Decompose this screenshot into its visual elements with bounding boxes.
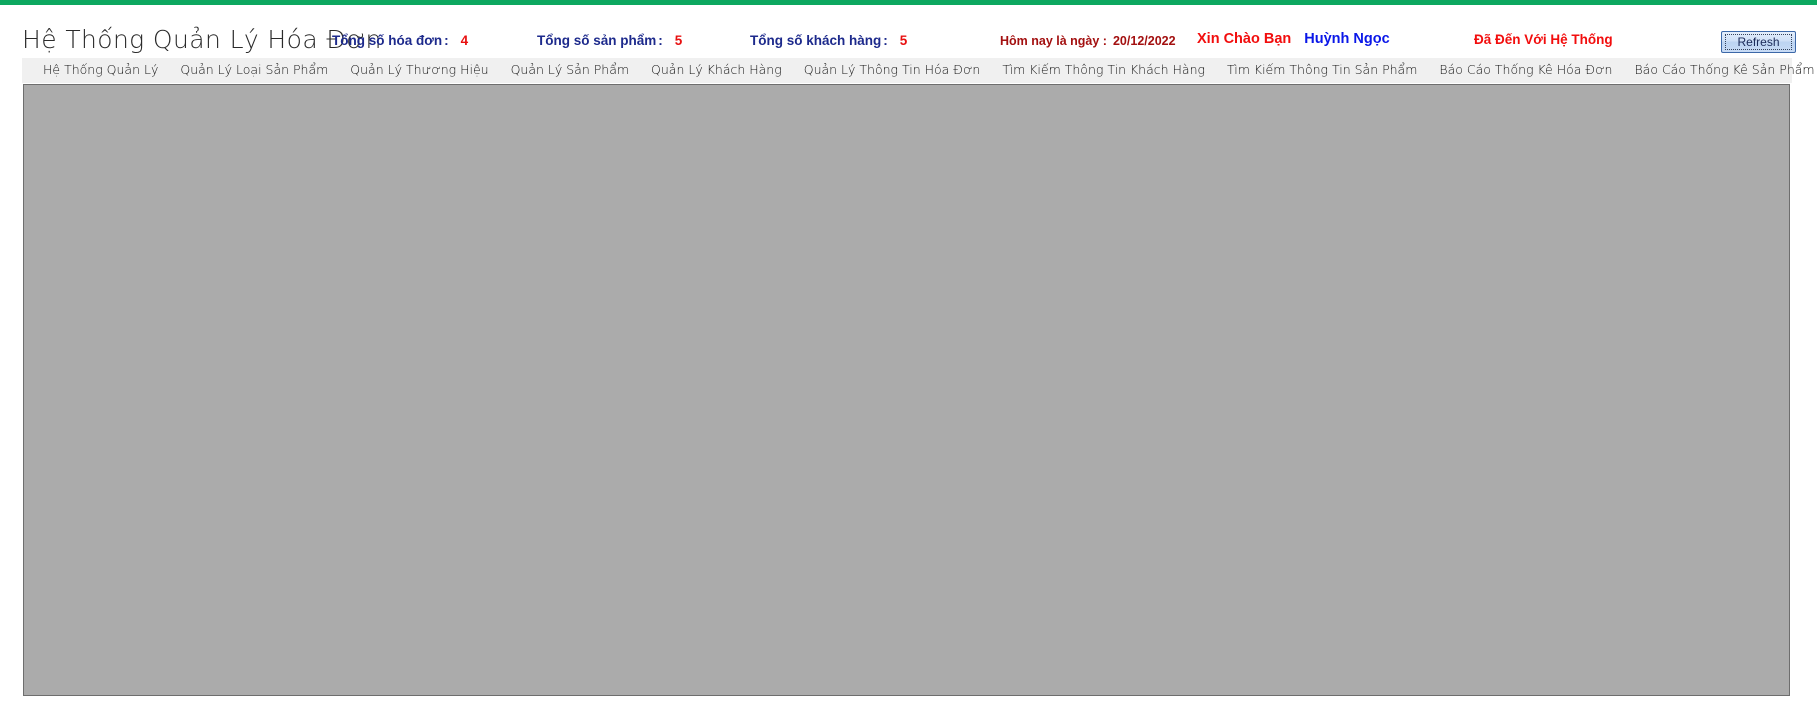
main-content-panel[interactable] (23, 84, 1790, 696)
stat-total-invoices-value: 4 (460, 33, 469, 48)
logged-in-user-name: Huỳnh Ngọc (1304, 31, 1390, 47)
refresh-button[interactable]: Refresh (1721, 31, 1796, 53)
stat-total-customers: Tổng số khách hàng:5 (750, 33, 907, 48)
page-title: Hệ Thống Quản Lý Hóa Đơn (22, 25, 382, 54)
stat-total-invoices-colon: : (444, 33, 449, 48)
stat-total-products: Tổng số sản phẩm:5 (537, 33, 682, 48)
menu-item-tim-kiem-thong-tin-khach-hang[interactable]: Tìm Kiếm Thông Tin Khách Hàng (991, 61, 1216, 81)
stat-total-customers-value: 5 (899, 33, 908, 48)
stat-total-products-label: Tổng số sản phẩm (537, 33, 657, 48)
main-menu-bar: Hệ Thống Quản Lý Quản Lý Loại Sản Phẩm Q… (22, 58, 1815, 83)
menu-item-quan-ly-thuong-hieu[interactable]: Quản Lý Thương Hiệu (339, 61, 499, 81)
stat-total-customers-colon: : (883, 33, 888, 48)
menu-item-bao-cao-thong-ke-hoa-don[interactable]: Báo Cáo Thống Kê Hóa Đơn (1428, 61, 1623, 81)
refresh-button-label: Refresh (1725, 34, 1792, 50)
menu-item-quan-ly-khach-hang[interactable]: Quản Lý Khách Hàng (640, 61, 793, 81)
stat-total-products-value: 5 (674, 33, 683, 48)
menu-item-bao-cao-thong-ke-san-pham[interactable]: Báo Cáo Thống Kê Sản Phẩm (1623, 61, 1817, 81)
welcome-message: Đã Đến Với Hệ Thống (1474, 32, 1613, 47)
current-date-block: Hôm nay là ngày : 20/12/2022 (1000, 34, 1176, 48)
header-bar: Hệ Thống Quản Lý Hóa Đơn Tổng số hóa đơn… (0, 5, 1817, 58)
greeting-text: Xin Chào Bạn (1197, 31, 1292, 47)
menu-item-tim-kiem-thong-tin-san-pham[interactable]: Tìm Kiếm Thông Tin Sản Phẩm (1216, 61, 1428, 81)
current-date-label: Hôm nay là ngày : (1000, 34, 1107, 48)
menu-item-quan-ly-thong-tin-hoa-don[interactable]: Quản Lý Thông Tin Hóa Đơn (793, 61, 992, 81)
greeting-block: Xin Chào Bạn Huỳnh Ngọc (1197, 31, 1390, 47)
current-date-value: 20/12/2022 (1112, 34, 1176, 48)
stat-total-invoices: Tổng số hóa đơn:4 (332, 33, 468, 48)
menu-item-he-thong-quan-ly[interactable]: Hệ Thống Quản Lý (32, 61, 169, 81)
menu-item-quan-ly-loai-san-pham[interactable]: Quản Lý Loại Sản Phẩm (169, 61, 339, 81)
stat-total-customers-label: Tổng số khách hàng (750, 33, 882, 48)
stat-total-invoices-label: Tổng số hóa đơn (332, 33, 443, 48)
stat-total-products-colon: : (658, 33, 663, 48)
menu-item-quan-ly-san-pham[interactable]: Quản Lý Sản Phẩm (500, 61, 640, 81)
